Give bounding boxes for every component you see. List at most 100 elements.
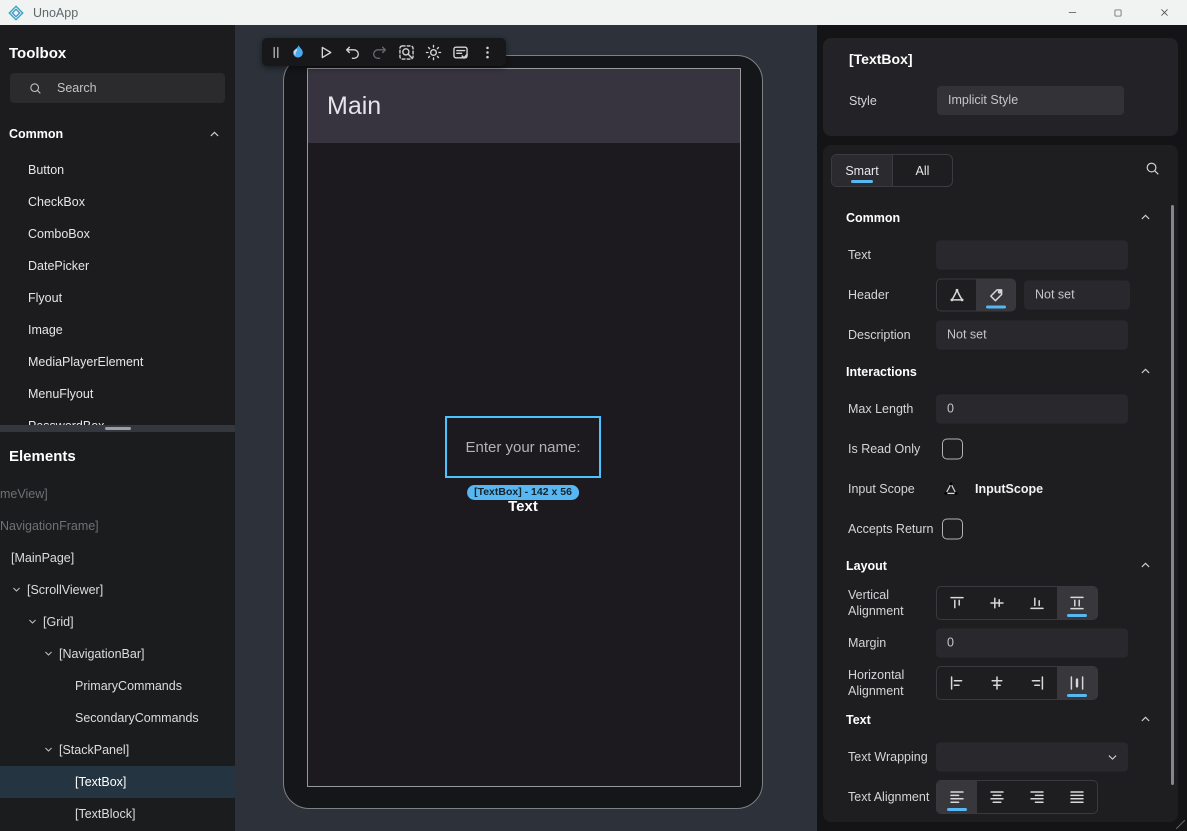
navigation-bar[interactable]: Main — [308, 69, 740, 143]
property-input-value: 0 — [947, 402, 954, 416]
search-placeholder: Search — [57, 81, 97, 95]
form-factor-icon[interactable] — [447, 40, 474, 64]
tag-icon[interactable] — [976, 280, 1015, 311]
elements-title: Elements — [0, 432, 235, 465]
play-icon[interactable] — [312, 40, 339, 64]
toolbox-item-menuflyout[interactable]: MenuFlyout — [0, 378, 235, 410]
v-bottom-icon[interactable] — [1017, 587, 1057, 619]
toolbox-item-combobox[interactable]: ComboBox — [0, 218, 235, 250]
properties-scrollbar[interactable] — [1171, 205, 1174, 785]
section-header-common[interactable]: Common — [823, 201, 1178, 235]
tree-item[interactable]: [Grid] — [0, 606, 235, 638]
checkbox[interactable] — [942, 439, 963, 460]
tree-item[interactable]: [TextBlock] — [0, 798, 235, 830]
minimize-button[interactable] — [1049, 0, 1095, 25]
chevron-down-icon[interactable] — [43, 648, 54, 659]
tree-item[interactable]: [NavigationBar] — [0, 638, 235, 670]
property-label: Description — [848, 327, 934, 343]
input-scope-label: InputScope — [975, 482, 1043, 496]
textbox-text: Enter your name: — [465, 439, 580, 456]
tree-item[interactable]: [MainPage] — [0, 542, 235, 574]
property-input[interactable]: Not set — [1024, 281, 1130, 310]
close-button[interactable] — [1141, 0, 1187, 25]
section-header-interactions[interactable]: Interactions — [823, 355, 1178, 389]
toolbox-item-image[interactable]: Image — [0, 314, 235, 346]
property-input[interactable]: Not set — [936, 321, 1128, 350]
property-input[interactable]: 0 — [936, 629, 1128, 658]
redo-icon[interactable] — [366, 40, 393, 64]
chevron-down-icon[interactable] — [11, 584, 22, 595]
toolbox-item-mediaplayerelement[interactable]: MediaPlayerElement — [0, 346, 235, 378]
t-justify-icon[interactable] — [1057, 781, 1097, 813]
toolbox-search-input[interactable]: Search — [10, 73, 225, 103]
toolbox-item-checkbox[interactable]: CheckBox — [0, 186, 235, 218]
device-screen[interactable]: Main Enter your name: [TextBox] - 142 x … — [307, 68, 741, 787]
tree-item[interactable]: [ScrollViewer] — [0, 574, 235, 606]
maximize-button[interactable] — [1095, 0, 1141, 25]
property-row: Is Read Only — [823, 429, 1178, 469]
chevron-down-icon[interactable] — [27, 616, 38, 627]
v-top-icon[interactable] — [937, 587, 977, 619]
search-icon — [28, 81, 43, 96]
v-stretch-icon[interactable] — [1057, 587, 1097, 619]
more-options-icon[interactable] — [474, 40, 501, 64]
chevron-down-icon[interactable] — [43, 744, 54, 755]
property-input[interactable]: 0 — [936, 395, 1128, 424]
chevron-up-icon — [1139, 559, 1152, 572]
t-left-icon[interactable] — [937, 781, 977, 813]
property-input[interactable] — [936, 241, 1128, 270]
h-right-icon[interactable] — [1017, 667, 1057, 699]
panel-splitter[interactable] — [0, 425, 235, 432]
theme-toggle-icon[interactable] — [420, 40, 447, 64]
tab-all[interactable]: All — [892, 155, 952, 186]
v-center-icon[interactable] — [977, 587, 1017, 619]
h-stretch-icon[interactable] — [1057, 667, 1097, 699]
design-canvas[interactable]: Main Enter your name: [TextBox] - 142 x … — [235, 25, 817, 831]
hot-design-flame-icon[interactable] — [285, 40, 312, 64]
text-wrapping-dropdown[interactable] — [936, 743, 1128, 772]
designer-toolbar — [262, 38, 506, 66]
t-right-icon[interactable] — [1017, 781, 1057, 813]
tree-item[interactable]: PrimaryCommands — [0, 670, 235, 702]
property-control — [936, 780, 1098, 814]
tree-item[interactable]: [TextBox] — [0, 766, 235, 798]
chevron-up-icon — [1139, 211, 1152, 224]
section-header-text[interactable]: Text — [823, 703, 1178, 737]
tree-item[interactable]: NavigationFrame] — [0, 510, 235, 542]
title-bar: UnoApp — [0, 0, 1187, 25]
elements-panel: Elements meView]NavigationFrame][MainPag… — [0, 432, 235, 831]
element-picker-icon[interactable] — [393, 40, 420, 64]
toolbox-item-flyout[interactable]: Flyout — [0, 282, 235, 314]
style-input[interactable]: Implicit Style — [937, 86, 1124, 115]
vertical-alignment-group — [936, 586, 1098, 620]
markup-icon[interactable] — [937, 280, 976, 311]
section-header-layout[interactable]: Layout — [823, 549, 1178, 583]
selected-element-name: [TextBox] — [823, 38, 1178, 67]
property-row: DescriptionNot set — [823, 315, 1178, 355]
drag-handle-icon[interactable] — [267, 40, 285, 64]
checkbox[interactable] — [942, 519, 963, 540]
tree-item-label: NavigationFrame] — [0, 510, 99, 542]
t-center-icon[interactable] — [977, 781, 1017, 813]
style-value: Implicit Style — [948, 93, 1018, 107]
tree-item[interactable]: SecondaryCommands — [0, 702, 235, 734]
tab-smart[interactable]: Smart — [832, 155, 892, 186]
tree-item[interactable]: [StackPanel] — [0, 734, 235, 766]
textblock-element[interactable]: Text — [508, 498, 538, 515]
property-control — [936, 439, 963, 460]
toolbox-section-common[interactable]: Common — [0, 125, 235, 143]
undo-icon[interactable] — [339, 40, 366, 64]
property-label: Is Read Only — [848, 441, 934, 457]
toolbox-item-button[interactable]: Button — [0, 154, 235, 186]
tree-item-label: [NavigationBar] — [59, 638, 144, 670]
properties-search-icon[interactable] — [1144, 160, 1161, 177]
selected-textbox[interactable]: Enter your name: — [445, 416, 601, 478]
property-label: Margin — [848, 635, 934, 651]
tree-item[interactable]: meView] — [0, 478, 235, 510]
property-label: Text Alignment — [848, 789, 934, 805]
h-center-icon[interactable] — [977, 667, 1017, 699]
tree-item-label: [MainPage] — [11, 542, 74, 574]
toolbox-item-datepicker[interactable]: DatePicker — [0, 250, 235, 282]
h-left-icon[interactable] — [937, 667, 977, 699]
window-resize-grip[interactable] — [1176, 820, 1185, 829]
